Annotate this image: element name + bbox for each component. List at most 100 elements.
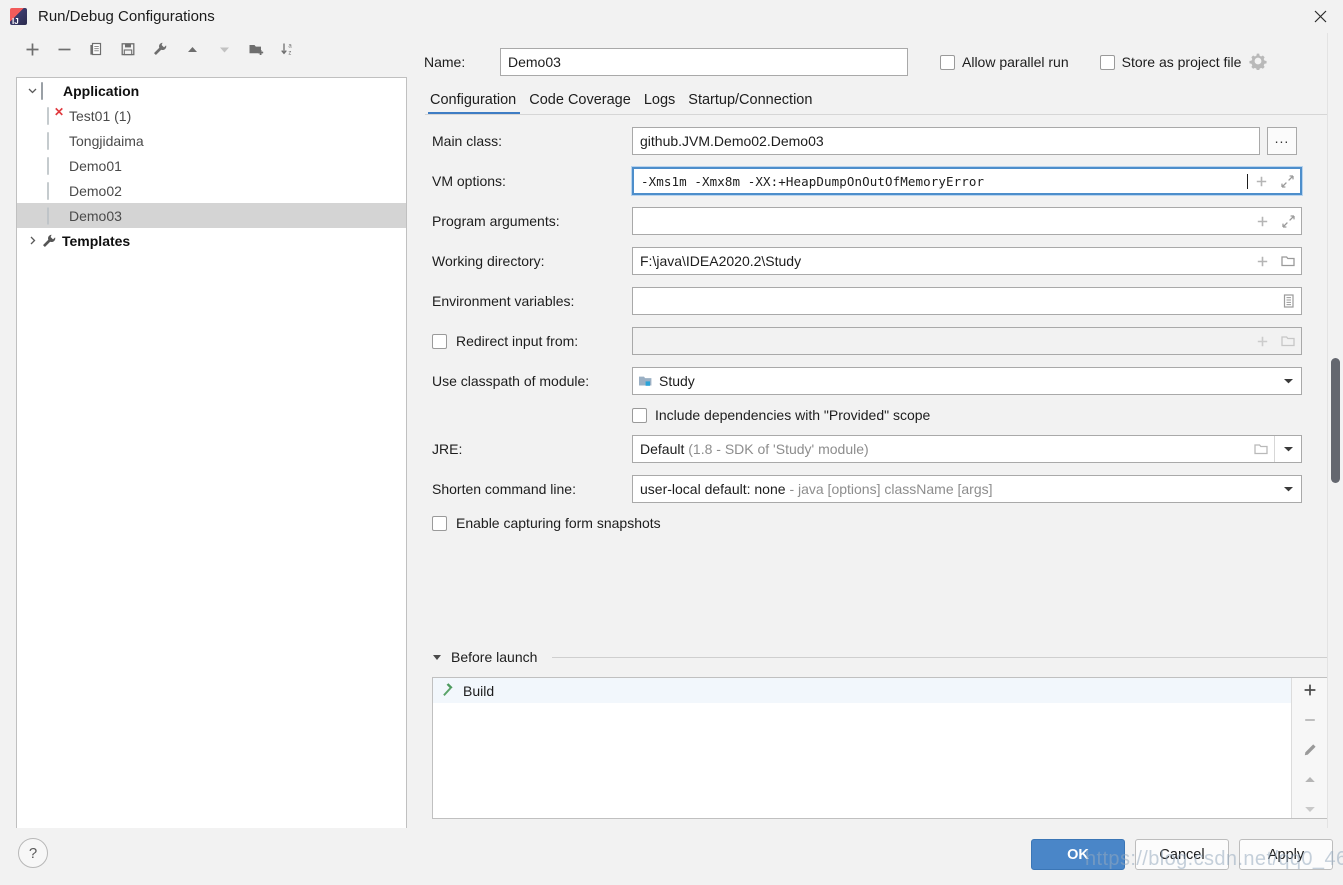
add-configuration-button[interactable] <box>16 34 48 64</box>
include-provided-checkbox[interactable]: Include dependencies with "Provided" sco… <box>432 407 1343 423</box>
checkbox-box[interactable] <box>940 55 955 70</box>
list-item[interactable]: Build <box>433 678 1291 703</box>
form-snapshots-checkbox[interactable]: Enable capturing form snapshots <box>432 515 1343 531</box>
tree-node-tongjidaima[interactable]: Tongjidaima <box>17 128 406 153</box>
classpath-module-combobox[interactable]: Study <box>632 367 1302 395</box>
jre-label: JRE: <box>432 441 632 457</box>
gear-icon[interactable] <box>1249 52 1267 73</box>
tree-node-templates[interactable]: Templates <box>17 228 406 253</box>
name-label: Name: <box>418 54 500 70</box>
vm-options-expand-button[interactable] <box>1274 168 1300 194</box>
redirect-input-checkbox[interactable]: Redirect input from: <box>432 333 632 349</box>
tab-code-coverage[interactable]: Code Coverage <box>524 92 639 115</box>
allow-parallel-run-label: Allow parallel run <box>962 54 1069 70</box>
shorten-value-hint: - java [options] className [args] <box>789 481 992 497</box>
jre-value-hint: (1.8 - SDK of 'Study' module) <box>688 441 868 457</box>
vm-options-value: -Xms1m -Xmx8m -XX:+HeapDumpOnOutOfMemory… <box>634 174 1247 189</box>
program-arguments-field[interactable] <box>632 207 1302 235</box>
tree-node-demo02[interactable]: Demo02 <box>17 178 406 203</box>
svg-text:a: a <box>288 44 292 50</box>
vm-options-field[interactable]: -Xms1m -Xmx8m -XX:+HeapDumpOnOutOfMemory… <box>632 167 1302 195</box>
working-directory-browse-icon[interactable] <box>1275 248 1301 274</box>
hammer-icon <box>441 682 456 700</box>
name-input[interactable] <box>500 48 908 76</box>
program-arguments-macro-button[interactable] <box>1249 208 1275 234</box>
apply-button[interactable]: Apply <box>1239 839 1333 870</box>
environment-variables-edit-icon[interactable] <box>1275 288 1301 314</box>
checkbox-box[interactable] <box>432 516 447 531</box>
program-arguments-expand-button[interactable] <box>1275 208 1301 234</box>
task-label: Build <box>463 683 494 699</box>
redirect-input-macro-button[interactable] <box>1249 328 1275 354</box>
move-up-button[interactable] <box>176 34 208 64</box>
move-task-up-button[interactable] <box>1297 771 1323 788</box>
before-launch-title: Before launch <box>451 649 537 665</box>
checkbox-box[interactable] <box>632 408 647 423</box>
shorten-command-line-combobox[interactable]: user-local default: none - java [options… <box>632 475 1302 503</box>
tab-logs[interactable]: Logs <box>639 92 683 115</box>
chevron-down-icon[interactable] <box>23 82 41 100</box>
before-launch-task-list[interactable]: Build <box>433 678 1291 818</box>
redirect-input-browse-icon[interactable] <box>1275 328 1301 354</box>
working-directory-row: Working directory: F:\java\IDEA2020.2\St… <box>432 247 1343 275</box>
tab-startup-connection[interactable]: Startup/Connection <box>683 92 820 115</box>
configurations-tree[interactable]: Application ✕ Test01 (1) Tongjidaima Dem… <box>16 77 407 857</box>
edit-templates-wrench-icon[interactable] <box>144 34 176 64</box>
chevron-down-icon[interactable] <box>1275 368 1301 394</box>
application-icon <box>47 133 65 149</box>
add-task-button[interactable] <box>1297 682 1323 699</box>
tree-node-test01[interactable]: ✕ Test01 (1) <box>17 103 406 128</box>
main-class-field[interactable]: github.JVM.Demo02.Demo03 <box>632 127 1260 155</box>
footer-buttons: OK Cancel Apply <box>1031 839 1333 870</box>
before-launch-tasks: Build <box>432 677 1329 819</box>
before-launch-header[interactable]: Before launch <box>432 645 1329 669</box>
checkbox-box[interactable] <box>1100 55 1115 70</box>
jre-browse-icon[interactable] <box>1248 436 1274 462</box>
move-task-down-button[interactable] <box>1297 801 1323 818</box>
classpath-module-row: Use classpath of module: Study <box>432 367 1343 395</box>
tab-configuration[interactable]: Configuration <box>425 92 524 115</box>
working-directory-macro-button[interactable] <box>1249 248 1275 274</box>
working-directory-value: F:\java\IDEA2020.2\Study <box>633 253 1249 269</box>
tree-node-demo03[interactable]: Demo03 <box>17 203 406 228</box>
tree-node-demo01[interactable]: Demo01 <box>17 153 406 178</box>
create-folder-button[interactable] <box>240 34 272 64</box>
shorten-command-line-value: user-local default: none - java [options… <box>633 481 1275 497</box>
form-snapshots-label: Enable capturing form snapshots <box>456 515 661 531</box>
store-as-project-file-checkbox[interactable]: Store as project file <box>1100 54 1242 70</box>
shorten-value-main: user-local default: none <box>640 481 786 497</box>
chevron-down-icon[interactable] <box>1275 476 1301 502</box>
collapse-triangle-icon[interactable] <box>432 650 442 665</box>
save-configuration-button[interactable] <box>112 34 144 64</box>
vm-options-macro-button[interactable] <box>1248 168 1274 194</box>
environment-variables-field[interactable] <box>632 287 1302 315</box>
remove-task-button[interactable] <box>1297 712 1323 729</box>
remove-configuration-button[interactable] <box>48 34 80 64</box>
tree-node-label: Test01 (1) <box>69 108 131 124</box>
scrollbar-thumb[interactable] <box>1331 358 1340 483</box>
dialog-scrollbar[interactable] <box>1327 33 1343 828</box>
help-button[interactable]: ? <box>18 838 48 868</box>
tree-node-application[interactable]: Application <box>17 78 406 103</box>
configuration-form: Main class: github.JVM.Demo02.Demo03 ...… <box>418 127 1343 531</box>
svg-text:z: z <box>288 50 291 56</box>
close-icon[interactable] <box>1297 0 1343 33</box>
edit-task-pencil-icon[interactable] <box>1297 742 1323 759</box>
chevron-down-icon[interactable] <box>1275 436 1301 462</box>
redirect-input-field[interactable] <box>632 327 1302 355</box>
ok-button[interactable]: OK <box>1031 839 1125 870</box>
vm-options-label: VM options: <box>432 173 632 189</box>
configuration-tabs: Configuration Code Coverage Logs Startup… <box>418 85 1343 115</box>
jre-value: Default (1.8 - SDK of 'Study' module) <box>633 441 1248 457</box>
cancel-button[interactable]: Cancel <box>1135 839 1229 870</box>
checkbox-box[interactable] <box>432 334 447 349</box>
move-down-button[interactable] <box>208 34 240 64</box>
jre-combobox[interactable]: Default (1.8 - SDK of 'Study' module) <box>632 435 1302 463</box>
program-arguments-row: Program arguments: <box>432 207 1343 235</box>
sort-configurations-button[interactable]: a z <box>272 34 304 64</box>
copy-configuration-button[interactable] <box>80 34 112 64</box>
allow-parallel-run-checkbox[interactable]: Allow parallel run <box>940 54 1069 70</box>
chevron-right-icon[interactable] <box>23 232 41 250</box>
main-class-browse-button[interactable]: ... <box>1267 127 1297 155</box>
working-directory-field[interactable]: F:\java\IDEA2020.2\Study <box>632 247 1302 275</box>
